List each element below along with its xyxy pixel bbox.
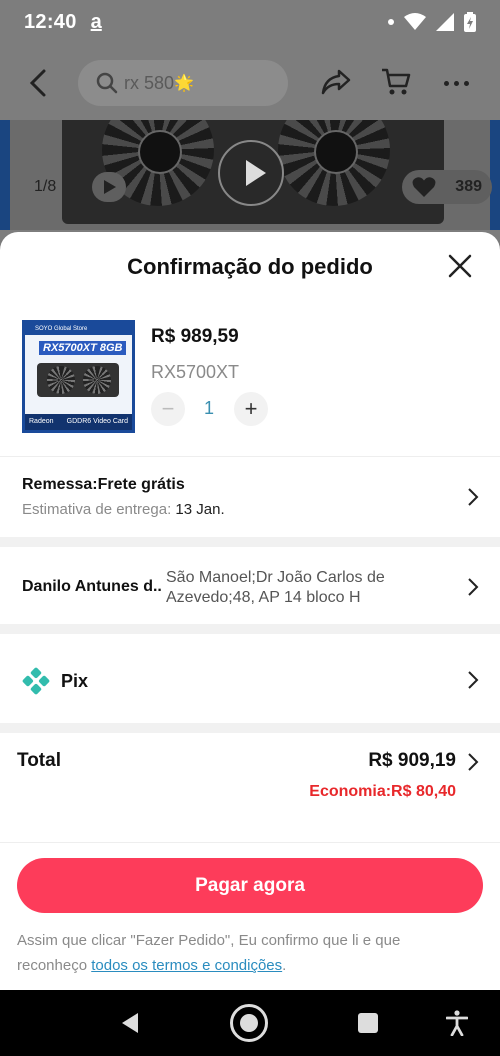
sheet-title: Confirmação do pedido — [127, 254, 373, 279]
chevron-right-icon[interactable] — [466, 670, 480, 690]
order-confirmation-sheet: Confirmação do pedido SOYO Global Store … — [0, 232, 500, 990]
terms-suffix: . — [282, 957, 287, 974]
terms-link[interactable]: todos os termos e condições — [91, 957, 282, 974]
accessibility-icon[interactable] — [446, 1010, 468, 1036]
signal-icon — [436, 13, 454, 31]
nav-recent-icon[interactable] — [358, 1013, 378, 1033]
quantity-value[interactable]: 1 — [193, 398, 225, 419]
chevron-right-icon[interactable] — [466, 577, 480, 597]
thumbnail-tag: GDDR6 Video Card — [66, 418, 128, 425]
search-icon — [96, 72, 118, 94]
pix-icon — [22, 667, 50, 695]
image-counter: 1/8 — [34, 178, 57, 195]
savings-amount: Economia:R$ 80,40 — [309, 783, 456, 800]
thumbnail-store: SOYO Global Store — [25, 323, 132, 335]
back-arrow-icon[interactable] — [26, 68, 54, 98]
recipient-name: Danilo Antunes d... — [22, 578, 162, 595]
status-icons — [388, 12, 476, 32]
section-separator — [0, 537, 500, 547]
total-value[interactable]: R$ 909,19 — [368, 750, 456, 772]
cart-icon[interactable] — [380, 66, 412, 98]
section-separator — [0, 723, 500, 733]
total-label: Total — [17, 750, 61, 771]
nav-home-icon[interactable] — [230, 1004, 268, 1042]
notification-dot-icon — [388, 19, 394, 25]
quantity-decrease-button[interactable]: − — [151, 392, 185, 426]
small-play-icon[interactable] — [92, 172, 126, 202]
heart-icon — [412, 177, 436, 197]
status-time: 12:40 — [24, 10, 77, 33]
nav-back-icon[interactable] — [120, 1012, 140, 1034]
pay-now-button[interactable]: Pagar agora — [17, 858, 483, 913]
chevron-right-icon[interactable] — [466, 487, 480, 507]
wifi-icon — [404, 13, 426, 30]
thumbnail-badge: Radeon — [29, 418, 54, 425]
delivery-estimate-value: 13 Jan. — [175, 501, 225, 518]
close-icon[interactable] — [446, 252, 474, 280]
quantity-increase-button[interactable]: + — [234, 392, 268, 426]
search-bar[interactable]: rx 580 🌟 — [78, 60, 288, 106]
section-separator — [0, 624, 500, 634]
chevron-right-icon[interactable] — [466, 752, 480, 772]
delivery-estimate-label: Estimativa de entrega: — [22, 501, 172, 518]
terms-text: Assim que clicar "Fazer Pedido", Eu conf… — [17, 928, 467, 978]
product-thumbnail: SOYO Global Store RX5700XT 8GB Radeon GD… — [22, 320, 135, 433]
status-app-icon: a — [90, 10, 102, 33]
divider — [0, 456, 500, 457]
delivery-estimate: Estimativa de entrega: 13 Jan. — [22, 501, 225, 518]
divider — [0, 842, 500, 843]
app-header: rx 580 🌟 — [0, 52, 500, 114]
share-icon[interactable] — [320, 68, 352, 96]
status-bar: 12:40 a — [0, 0, 500, 44]
system-nav-bar — [0, 990, 500, 1056]
product-sku: RX5700XT — [151, 362, 240, 382]
battery-icon — [464, 12, 476, 32]
shipping-title: Remessa:Frete grátis — [22, 476, 185, 493]
address-text: São Manoel;Dr João Carlos de Azevedo;48,… — [166, 569, 385, 606]
product-price: R$ 989,59 — [151, 326, 239, 347]
thumbnail-name: RX5700XT 8GB — [39, 341, 127, 355]
play-icon[interactable] — [218, 140, 284, 206]
like-button[interactable]: 389 — [402, 170, 492, 204]
like-count: 389 — [455, 178, 482, 195]
more-icon[interactable] — [444, 81, 469, 86]
payment-method: Pix — [61, 671, 89, 691]
search-emoji: 🌟 — [174, 75, 194, 92]
search-text: rx 580 — [124, 72, 175, 93]
background-page: 12:40 a rx 580 🌟 1/8 389 — [0, 0, 500, 240]
